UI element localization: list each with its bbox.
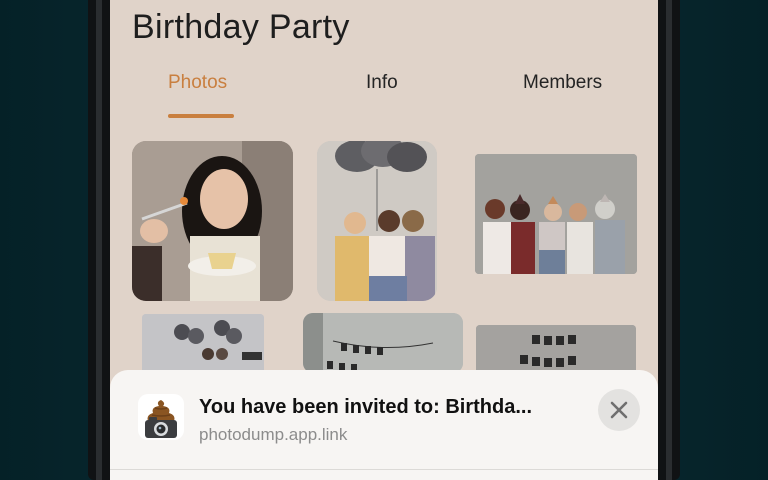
photo-thumbnail[interactable] (132, 141, 293, 301)
photo-thumbnail[interactable] (142, 314, 264, 374)
photo-party-banner (303, 313, 463, 373)
tab-members[interactable]: Members (523, 72, 602, 94)
phone-bezel-right (666, 0, 672, 480)
page-title: Birthday Party (132, 8, 350, 46)
invite-url[interactable]: photodump.app.link (199, 425, 347, 445)
photo-woman-cake (132, 141, 293, 301)
invite-banner[interactable]: You have been invited to: Birthda... pho… (110, 370, 658, 480)
tab-info[interactable]: Info (366, 72, 398, 94)
poop-camera-icon (138, 394, 184, 440)
phone-bezel-left (96, 0, 102, 480)
photo-balloon-wall (142, 314, 264, 374)
divider (110, 469, 658, 470)
close-icon (610, 401, 628, 419)
tab-photos[interactable]: Photos (168, 72, 227, 94)
photo-party-hats (475, 154, 637, 274)
photo-thumbnail[interactable] (303, 313, 463, 373)
photo-friends-balloons (317, 141, 437, 301)
close-button[interactable] (598, 389, 640, 431)
photo-thumbnail[interactable] (317, 141, 437, 301)
photo-party-banner-2 (476, 325, 636, 375)
invite-title: You have been invited to: Birthda... (199, 396, 532, 418)
active-tab-indicator (168, 114, 234, 118)
photo-thumbnail[interactable] (476, 325, 636, 375)
photo-thumbnail[interactable] (475, 154, 637, 274)
